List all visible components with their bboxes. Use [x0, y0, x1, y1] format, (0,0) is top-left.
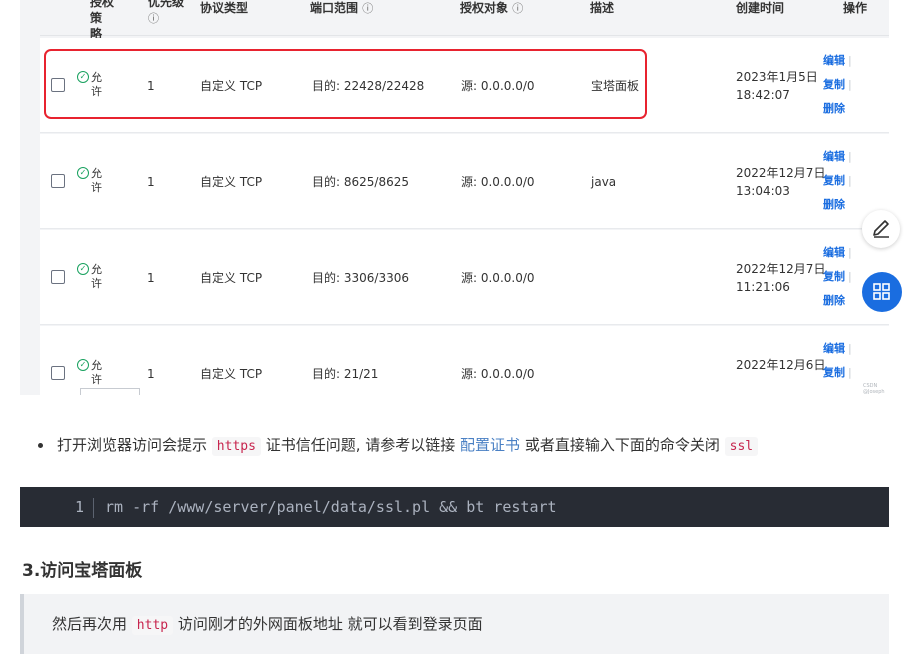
table-header: 授权策 略 优先级 ⓘ 协议类型 端口范围 ⓘ 授权对象 ⓘ 描述 创建时间 操作 — [40, 0, 889, 41]
check-circle-icon: ✓ — [77, 167, 89, 179]
port-cell: 目的: 3306/3306 — [312, 271, 409, 285]
header-policy: 授权策 略 — [90, 0, 115, 41]
highlight-box — [44, 49, 647, 119]
info-icon: ⓘ — [512, 2, 524, 15]
delete-link[interactable]: 删除 — [823, 198, 845, 211]
row-checkbox[interactable] — [51, 366, 65, 380]
edit-link[interactable]: 编辑 | — [823, 342, 852, 355]
check-circle-icon: ✓ — [77, 263, 89, 275]
time-cell: 18:42:07 — [736, 88, 790, 102]
target-cell: 源: 0.0.0.0/0 — [461, 175, 535, 189]
info-icon: ⓘ — [148, 12, 159, 25]
header-desc: 描述 — [590, 1, 615, 15]
copy-link[interactable]: 复制 | — [823, 78, 852, 91]
header-port: 端口范围 ⓘ — [310, 1, 374, 15]
header-protocol: 协议类型 — [200, 1, 249, 15]
bullet-dot — [38, 443, 43, 448]
table-row: ✓ 允 许 1 自定义 TCP 目的: 21/21 源: 0.0.0.0/0 2… — [40, 326, 889, 395]
inline-code-http: http — [131, 616, 174, 635]
header-created: 创建时间 — [736, 1, 785, 15]
priority-cell: 1 — [147, 367, 155, 381]
port-cell: 目的: 8625/8625 — [312, 175, 409, 189]
inline-code-https: https — [211, 437, 261, 456]
edit-link[interactable]: 编辑 | — [823, 54, 852, 67]
copy-link[interactable]: 复制 | — [823, 270, 852, 283]
info-icon: ⓘ — [362, 2, 374, 15]
date-cell: 2022年12月6日 — [736, 358, 826, 372]
priority-cell: 1 — [147, 175, 155, 189]
code-line: rm -rf /www/server/panel/data/ssl.pl && … — [105, 498, 557, 516]
header-priority: 优先级 ⓘ — [148, 0, 185, 25]
desc-cell: java — [591, 175, 617, 189]
time-cell: 13:04:03 — [736, 184, 790, 198]
watermark: CSDN @Joseph — [863, 383, 885, 395]
policy-cell: 允 许 — [91, 167, 102, 194]
delete-link[interactable]: 删除 — [823, 102, 845, 115]
date-cell: 2023年1月5日 — [736, 70, 818, 84]
time-cell: 11:21:06 — [736, 280, 790, 294]
table-row: ✓ 允 许 1 自定义 TCP 目的: 8625/8625 源: 0.0.0.0… — [40, 134, 889, 229]
row-checkbox[interactable] — [51, 270, 65, 284]
target-cell: 源: 0.0.0.0/0 — [461, 367, 535, 381]
table-row: ✓ 允 许 1 自定义 TCP 目的: 3306/3306 源: 0.0.0.0… — [40, 230, 889, 325]
header-target: 授权对象 ⓘ — [460, 1, 524, 15]
protocol-cell: 自定义 TCP — [200, 367, 263, 381]
port-cell: 目的: 21/21 — [312, 367, 379, 381]
date-cell: 2022年12月7日 — [736, 166, 826, 180]
pencil-icon — [873, 220, 889, 238]
popup-edge — [80, 388, 140, 395]
protocol-cell: 自定义 TCP — [200, 271, 263, 285]
config-cert-link[interactable]: 配置证书 — [460, 436, 520, 454]
inline-code-ssl: ssl — [724, 437, 759, 456]
code-block: 1 rm -rf /www/server/panel/data/ssl.pl &… — [20, 487, 889, 527]
policy-cell: 允 许 — [91, 263, 102, 290]
line-number: 1 — [74, 498, 84, 516]
target-cell: 源: 0.0.0.0/0 — [461, 271, 535, 285]
grid-icon — [873, 283, 890, 300]
copy-link[interactable]: 复制 | — [823, 174, 852, 187]
quote-text: 然后再次用 http 访问刚才的外网面板地址 就可以看到登录页面 — [52, 615, 483, 635]
header-ops: 操作 — [843, 1, 868, 15]
edit-link[interactable]: 编辑 | — [823, 150, 852, 163]
bullet-paragraph: 打开浏览器访问会提示 https 证书信任问题, 请参考以链接 配置证书 或者直… — [57, 434, 759, 458]
date-cell: 2022年12月7日 — [736, 262, 826, 276]
copy-link[interactable]: 复制 | — [823, 366, 852, 379]
section-heading: 3.访问宝塔面板 — [22, 561, 143, 581]
edit-link[interactable]: 编辑 | — [823, 246, 852, 259]
floating-apps-button[interactable] — [862, 272, 902, 312]
row-checkbox[interactable] — [51, 174, 65, 188]
protocol-cell: 自定义 TCP — [200, 175, 263, 189]
priority-cell: 1 — [147, 271, 155, 285]
floating-edit-button[interactable] — [862, 210, 900, 248]
line-number-separator — [93, 498, 94, 518]
delete-link[interactable]: 删除 — [823, 294, 845, 307]
blockquote: 然后再次用 http 访问刚才的外网面板地址 就可以看到登录页面 — [20, 594, 889, 654]
check-circle-icon: ✓ — [77, 359, 89, 371]
policy-cell: 允 许 — [91, 359, 102, 386]
